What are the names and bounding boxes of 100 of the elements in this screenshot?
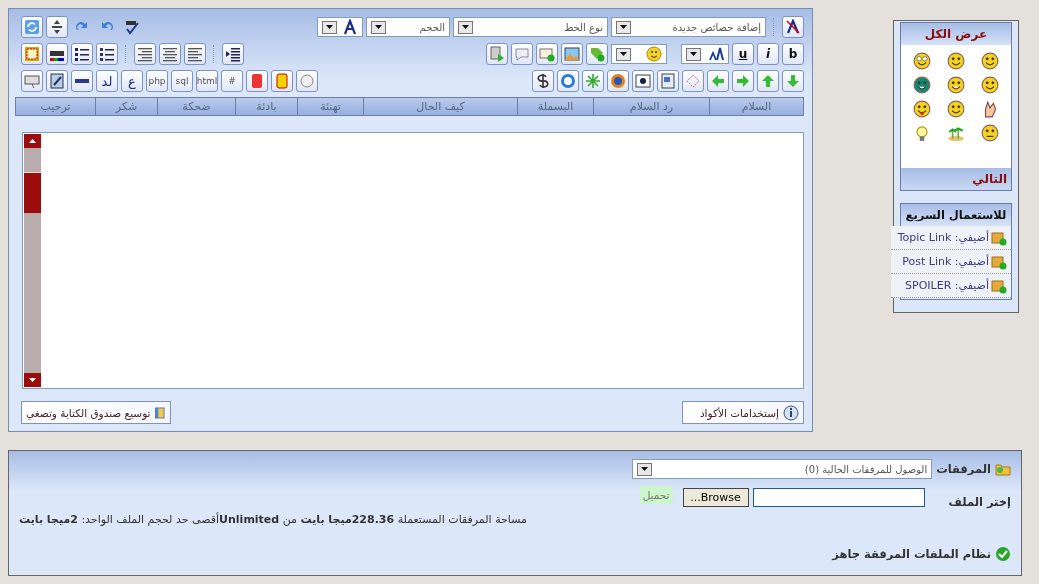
expand-editor-button[interactable]: توسيع صندوق الكتابة وتصغي — [21, 401, 171, 424]
code-usage-button[interactable]: إستخدامات الأكواد — [682, 401, 804, 424]
toolbar-button[interactable] — [46, 70, 68, 92]
folder-icon — [995, 461, 1011, 477]
speech-bubble-icon — [514, 46, 530, 62]
info-icon — [783, 404, 799, 421]
spellcheck-icon — [124, 19, 140, 35]
code-button[interactable]: # — [221, 70, 243, 92]
smiley-dropdown[interactable] — [611, 44, 667, 64]
dropdown-arrow-icon — [690, 52, 697, 56]
smiley-icon — [947, 76, 965, 94]
numbered-list-icon — [99, 46, 115, 62]
next-link[interactable]: التالي — [901, 168, 1011, 190]
dropdown-arrow-icon — [620, 25, 627, 29]
smiley-button[interactable] — [981, 124, 999, 142]
quick-item[interactable]: أضيفي: SPOILER — [891, 274, 1011, 298]
border-icon — [24, 46, 40, 62]
code-button[interactable]: html — [196, 70, 218, 92]
smiley-button[interactable] — [913, 76, 931, 94]
indent-icon — [225, 46, 241, 62]
remove-format-icon — [785, 19, 801, 35]
quick-item[interactable]: أضيفي: Post Link — [891, 250, 1011, 274]
up-arrow-icon — [760, 73, 776, 89]
attachments-select[interactable]: الوصول للمرفقات الحالية (0) — [632, 459, 933, 479]
font-color-dropdown[interactable] — [317, 17, 363, 37]
smiley-button[interactable] — [981, 52, 999, 70]
document-play-icon — [489, 46, 505, 62]
align-right-icon — [137, 46, 153, 62]
quick-item[interactable]: أضيفي: Topic Link — [891, 226, 1011, 250]
check-icon — [995, 546, 1011, 562]
scrollbar-thumb[interactable] — [24, 172, 41, 213]
smiley-button[interactable] — [947, 76, 965, 94]
font-color-icon — [342, 19, 358, 35]
smiley-icon — [981, 52, 999, 70]
down-arrow-icon — [785, 73, 801, 89]
smiley-icon — [981, 76, 999, 94]
dropdown-arrow-icon — [620, 52, 627, 56]
file-input-field[interactable] — [752, 487, 925, 507]
browse-button[interactable]: Browse... — [682, 487, 749, 507]
smiley-button[interactable] — [947, 100, 965, 118]
toolbar-button[interactable] — [96, 43, 118, 65]
diamond-icon — [685, 73, 701, 89]
smiley-button[interactable] — [913, 100, 931, 118]
toolbar-button[interactable] — [159, 43, 181, 65]
smiley-button[interactable] — [913, 52, 931, 70]
toolbar-button[interactable] — [71, 70, 93, 92]
package-add-icon — [991, 229, 1007, 246]
show-all-link[interactable]: عرض الكل — [901, 23, 1011, 45]
toolbar-button[interactable] — [222, 43, 244, 65]
video-icon — [635, 73, 651, 89]
align-left-icon — [187, 46, 203, 62]
format-button[interactable]: u — [732, 43, 754, 65]
quick-link[interactable]: أضيفي: SPOILER — [905, 279, 989, 292]
font-size-dropdown[interactable] — [681, 44, 729, 64]
file-label: إختر الملف — [948, 495, 1011, 509]
scroll-down-button[interactable] — [24, 373, 41, 387]
upload-button[interactable]: تحميل — [639, 486, 673, 504]
font-select[interactable]: نوع الخط — [453, 17, 608, 37]
toolbar-button[interactable] — [782, 16, 804, 38]
media-player-icon — [610, 73, 626, 89]
dropdown-arrow-icon — [641, 467, 649, 471]
toolbar-button[interactable] — [532, 70, 554, 92]
code-button[interactable]: لد — [96, 70, 118, 92]
toolbar-button[interactable] — [46, 43, 68, 65]
code-button[interactable]: ع — [121, 70, 143, 92]
dropdown-arrow-icon — [375, 25, 382, 29]
lightbulb-icon — [913, 124, 931, 142]
package-add-icon — [991, 253, 1007, 270]
size-select[interactable]: الحجم — [366, 17, 450, 37]
dropdown-arrow-icon — [326, 25, 333, 29]
toolbar-button[interactable] — [71, 43, 93, 65]
smiley-icon — [646, 46, 662, 62]
toolbar-button[interactable] — [184, 43, 206, 65]
toolbar-button[interactable] — [46, 16, 68, 38]
align-center-icon — [162, 46, 178, 62]
expand-icon — [49, 19, 65, 35]
code-button[interactable]: sql — [171, 70, 193, 92]
document-icon — [660, 73, 676, 89]
smiley-icon — [913, 52, 931, 70]
toolbar-button[interactable] — [607, 70, 629, 92]
format-button[interactable]: i — [757, 43, 779, 65]
quick-link[interactable]: أضيفي: Post Link — [902, 255, 989, 268]
quick-link[interactable]: أضيفي: Topic Link — [897, 231, 989, 244]
scroll-up-button[interactable] — [24, 134, 41, 148]
rounded-rectangle-icon — [249, 73, 265, 89]
code-button[interactable]: php — [146, 70, 168, 92]
scrollbar[interactable] — [24, 134, 41, 387]
envelope-add-icon — [539, 46, 555, 62]
refresh-icon — [24, 19, 40, 35]
format-button[interactable]: b — [782, 43, 804, 65]
toolbar-button[interactable] — [632, 70, 654, 92]
image-icon — [564, 46, 580, 62]
dropdown-arrow-icon — [462, 25, 469, 29]
framed-rectangle-icon — [274, 73, 290, 89]
right-arrow-icon — [735, 73, 751, 89]
toolbar-button[interactable] — [134, 43, 156, 65]
smiley-button[interactable] — [981, 76, 999, 94]
properties-select[interactable]: إضافة خصائص جديدة — [611, 17, 766, 37]
smiley-button[interactable] — [947, 52, 965, 70]
down-arrow-icon — [29, 378, 36, 382]
